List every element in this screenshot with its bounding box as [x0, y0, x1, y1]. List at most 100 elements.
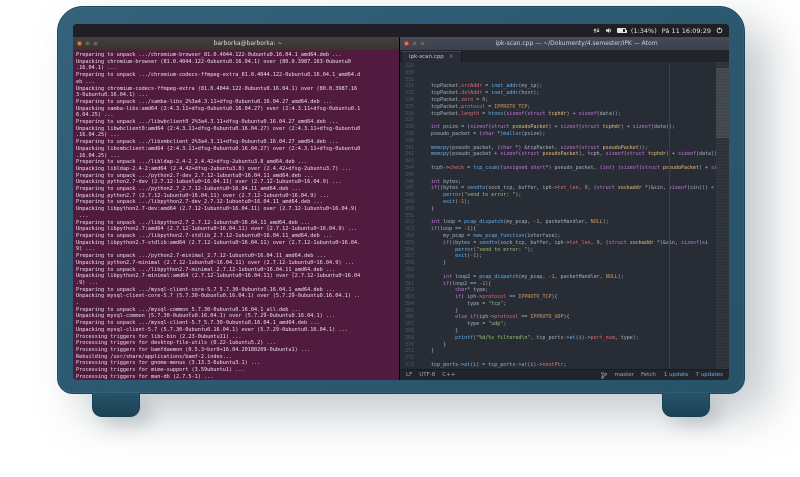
status-git: master Fetch — [615, 372, 656, 378]
terminal-line: Unpacking libpython2.7-minimal:amd64 (2.… — [76, 273, 361, 280]
code-line: } — [419, 307, 459, 314]
minimize-button[interactable] — [412, 41, 417, 46]
terminal-line: Unpacking chromium-browser (81.0.4044.12… — [76, 58, 351, 65]
code-line: char* type; — [419, 287, 489, 294]
session-menu-icon[interactable] — [716, 27, 723, 34]
code-line: exit(-1); — [419, 253, 483, 260]
code-line: int psize = (sizeof(struct pseudoPacket)… — [419, 124, 675, 131]
code-line: } — [419, 341, 447, 348]
terminal-line: . — [76, 300, 80, 307]
clock-label[interactable]: Pá 11 16:09:29 — [662, 27, 711, 35]
editor-statusbar: LF UTF-8 C++ master Fetch 1 update 7 updates — [400, 369, 729, 380]
terminal-titlebar: barborka@barborka: ~ — [73, 37, 399, 50]
screen: (1:34%) Pá 11 16:09:29 barborka@barborka… — [73, 24, 729, 380]
terminal-line: Preparing to unpack .../python2.7-dev_2.… — [76, 172, 314, 179]
laptop-frame: (1:34%) Pá 11 16:09:29 barborka@barborka… — [57, 6, 745, 394]
terminal-line: Unpacking python2.7-dev (2.7.12-1ubuntu0… — [76, 179, 342, 186]
close-button[interactable] — [404, 41, 409, 46]
terminal-title: barborka@barborka: ~ — [213, 40, 283, 47]
terminal-line: Unpacking libwbclient0:amd64 (2:4.3.11+d… — [76, 125, 361, 132]
code-line: memcpy(pseudo_packet, (char *) &tcpPacke… — [419, 144, 648, 151]
laptop-mockup: (1:34%) Pá 11 16:09:29 barborka@barborka… — [0, 0, 800, 477]
code-line: } — [419, 205, 435, 212]
code-line: type = "tcp"; — [419, 300, 507, 307]
code-line: if(loop2 == -1){ — [419, 280, 492, 287]
terminal-line: Unpacking mysql-client-5.7 (5.7.30-0ubun… — [76, 326, 348, 333]
code-line: printf("%d/%s filtered\n", tcp_ports->at… — [419, 334, 639, 341]
terminal-line: Preparing to unpack .../libldap-2.4-2_2.… — [76, 159, 308, 166]
terminal-line: .16.04.1) ... — [76, 65, 117, 72]
code-line: tcpPacket.dstAddr = inet_addr(host); — [419, 90, 540, 97]
terminal-line: Preparing to unpack .../libpython2.7-min… — [76, 266, 336, 273]
code-line: perror("send to error: "); — [419, 246, 534, 253]
code-line: pseudo_packet = (char *)malloc(psize); — [419, 130, 546, 137]
terminal-window: barborka@barborka: ~ Preparing to unpack… — [73, 37, 400, 380]
terminal-line: .9) ... — [76, 279, 98, 286]
battery-icon[interactable] — [616, 28, 627, 33]
terminal-line: Processing triggers for desktop-file-uti… — [76, 340, 276, 347]
laptop-foot-right — [662, 393, 710, 417]
terminal-output[interactable]: Preparing to unpack .../chromium-browser… — [73, 50, 399, 380]
status-item[interactable]: master — [615, 372, 634, 378]
code-line: int bytes; — [419, 178, 462, 185]
terminal-line: Preparing to unpack .../chromium-browser… — [76, 52, 342, 58]
terminal-line: eb ... — [76, 78, 95, 85]
terminal-line: Unpacking libsmbclient:amd64 (2:4.3.11+d… — [76, 145, 361, 152]
status-right: 1 update 7 updates — [664, 372, 723, 378]
editor-pane: 329 330 331 332 333 334 335 336 337 338 339 340 341 3… — [400, 62, 729, 369]
minimap[interactable] — [716, 62, 729, 369]
terminal-line: Unpacking mysql-common (5.7.30-0ubuntu0.… — [76, 313, 336, 320]
code-line: perror("send to error: "); — [419, 192, 522, 199]
git-branch-icon — [600, 371, 607, 379]
code-line: tcp_ports->at(i) = tcp_ports->at(i)->nex… — [419, 362, 567, 369]
terminal-line: .16.04.25) ... — [76, 132, 120, 139]
terminal-line: Processing triggers for gnome-menus (3.1… — [76, 360, 261, 367]
status-item[interactable]: UTF-8 — [419, 372, 435, 378]
code-line: else if(iph->protocol == IPPROTO_UDP){ — [419, 314, 570, 321]
tab-ipk-scan[interactable]: ipk-scan.cpp × — [401, 51, 462, 62]
code-line: type = "udp"; — [419, 321, 507, 328]
status-item[interactable]: 1 update — [664, 372, 689, 378]
terminal-line: Preparing to unpack .../python2.7-minima… — [76, 253, 326, 260]
battery-label[interactable]: (1:34%) — [631, 27, 657, 35]
maximize-button[interactable] — [420, 41, 425, 46]
code-line: } — [419, 260, 447, 267]
code-line: if( iph->protocol == IPPROTO_TCP){ — [419, 294, 558, 301]
status-left: LF UTF-8 C++ — [406, 372, 455, 378]
code-line: exit(-1); — [419, 198, 471, 205]
editor-window: ipk-scan.cpp — ~/Dokumenty/4.semester/IP… — [400, 37, 729, 380]
code-line: } — [419, 348, 435, 355]
code-editor[interactable]: tcpPacket.srcAddr = inet_addr(my_ip); tc… — [417, 62, 716, 369]
code-line: if((bytes = sendto(sock_tcp, buffer, iph… — [419, 185, 716, 192]
minimize-button[interactable] — [85, 41, 90, 46]
terminal-line: Processing triggers for bamfdaemon (0.5.… — [76, 346, 311, 353]
network-icon[interactable] — [593, 27, 600, 34]
tab-close-icon[interactable]: × — [449, 54, 454, 60]
editor-title: ipk-scan.cpp — ~/Dokumenty/4.semester/IP… — [495, 40, 658, 47]
code-line: int loop2 = pcap_dispatch(my_pcap, -1, p… — [419, 273, 624, 280]
maximize-button[interactable] — [93, 41, 98, 46]
terminal-line: Preparing to unpack .../mysql-common_5.7… — [76, 306, 301, 313]
wrap-guide — [669, 62, 670, 369]
terminal-line: Unpacking python2.7 (2.7.12-1ubuntu0~16.… — [76, 192, 329, 199]
terminal-line: ... — [76, 212, 89, 219]
terminal-line: Unpacking libldap-2.4-2:amd64 (2.4.42+df… — [76, 165, 351, 172]
terminal-line: 6.04.25) ... — [76, 112, 114, 119]
terminal-line: Preparing to unpack .../samba-libs_2%3a4… — [76, 98, 333, 105]
line-numbers: 329 330 331 332 333 334 335 336 337 338 339 340 341 3… — [404, 63, 414, 369]
terminal-line: Rebuilding /usr/share/applications/bamf-… — [76, 353, 233, 360]
terminal-line: Unpacking chromium-codecs-ffmpeg-extra (… — [76, 85, 358, 92]
editor-tabbar: ipk-scan.cpp × — [400, 50, 729, 62]
status-item[interactable]: C++ — [442, 372, 455, 378]
volume-icon[interactable] — [605, 27, 612, 34]
code-lines: tcpPacket.srcAddr = inet_addr(my_ip); tc… — [419, 83, 716, 369]
status-item[interactable]: Fetch — [641, 372, 656, 378]
desktop-windows: barborka@barborka: ~ Preparing to unpack… — [73, 37, 729, 380]
close-button[interactable] — [77, 41, 82, 46]
status-item[interactable]: 7 updates — [696, 372, 724, 378]
terminal-line: Unpacking python2.7-minimal (2.7.12-1ubu… — [76, 259, 354, 266]
status-item[interactable]: LF — [406, 372, 412, 378]
minimap-scrollbar-thumb[interactable] — [716, 68, 729, 138]
